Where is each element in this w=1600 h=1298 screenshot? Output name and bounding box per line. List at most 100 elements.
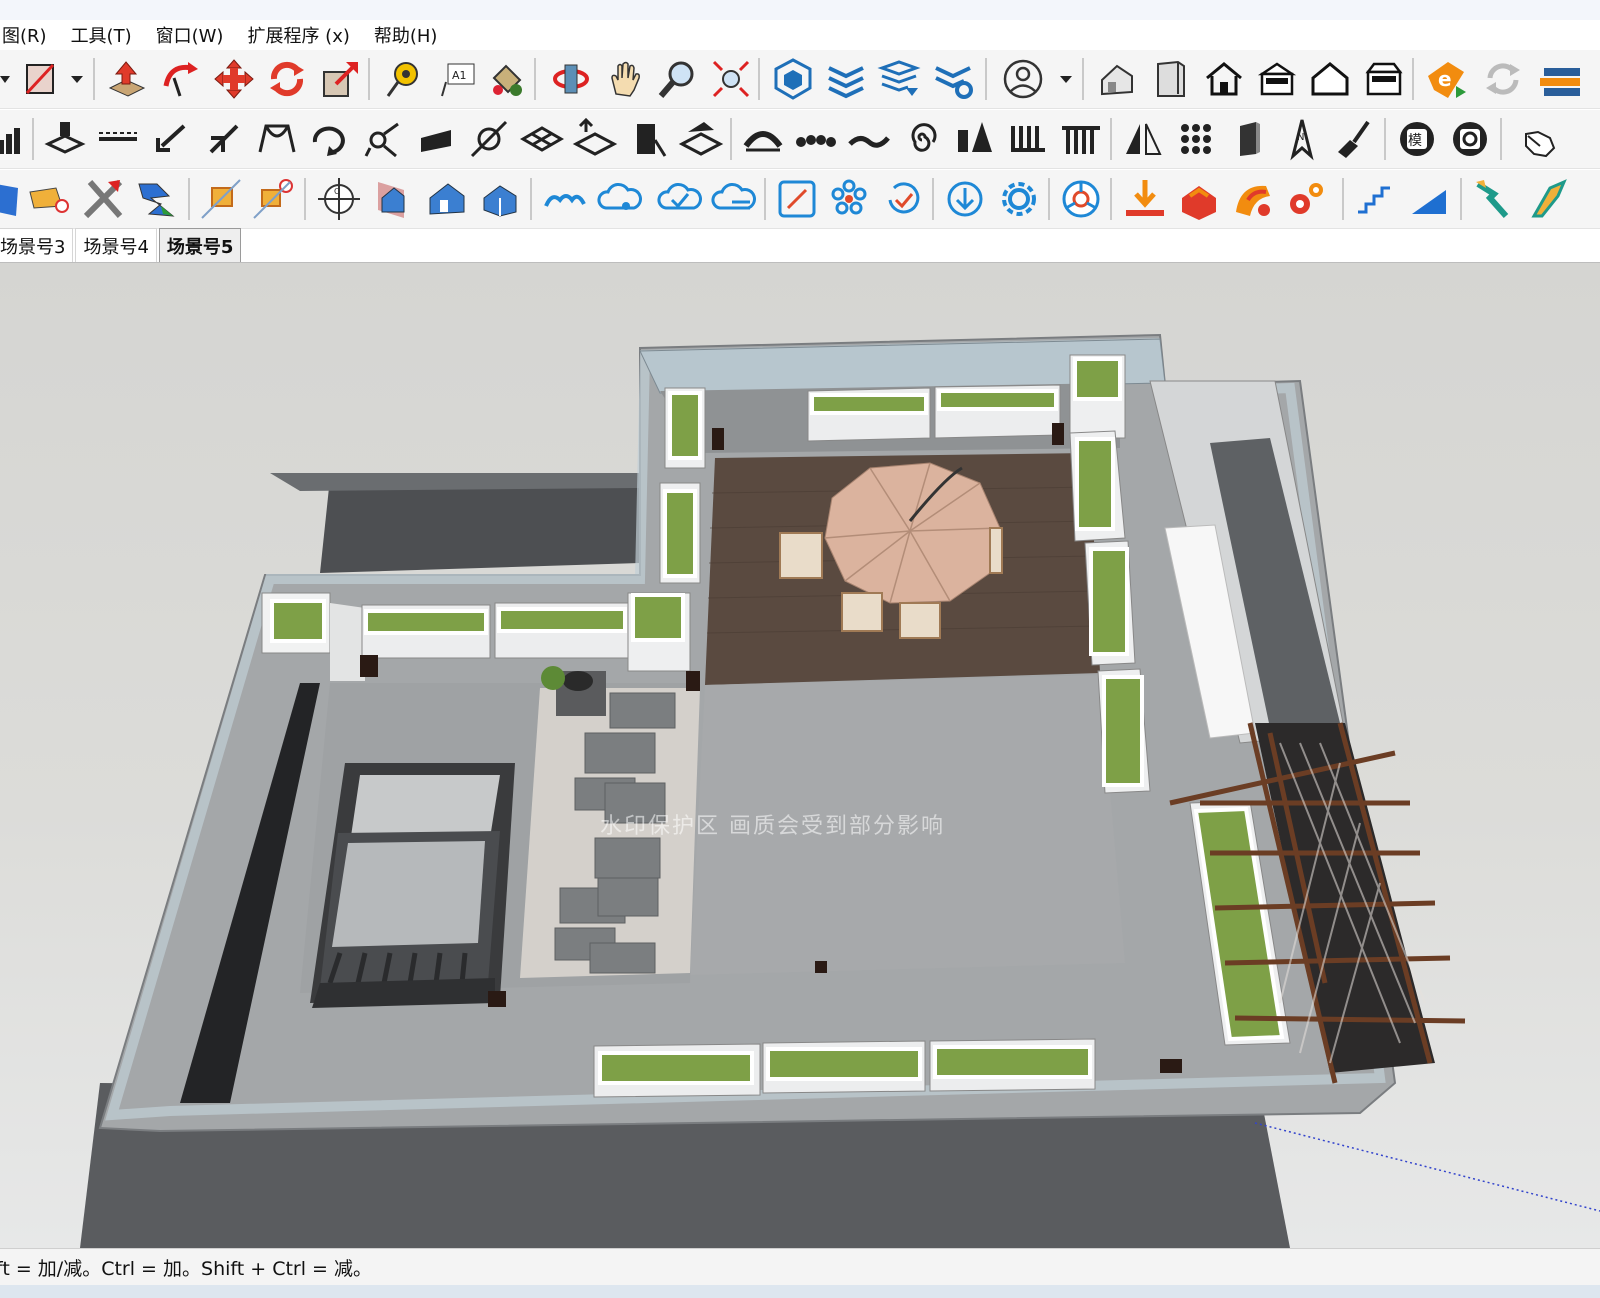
stairwell [310,763,515,1008]
wave-icon[interactable] [846,116,892,162]
pan-hand-icon[interactable] [602,56,648,102]
paint-tool-icon[interactable] [1470,176,1516,222]
scale-icon[interactable] [318,56,364,102]
menu-extensions[interactable]: 扩展程序 (x) [235,22,361,48]
columns-icon[interactable] [1058,116,1104,162]
toolbar-separator [93,58,95,100]
cross-icon[interactable] [80,176,126,222]
arch-icon[interactable] [740,116,786,162]
menu-window[interactable]: 窗口(W) [144,22,236,48]
door-shape-icon[interactable] [625,116,671,162]
house-iso-icon[interactable] [1094,56,1140,102]
planters-bottom [593,1038,1096,1098]
scene-tab-3[interactable]: 场景号3 [0,228,74,262]
orbit-icon[interactable] [548,56,594,102]
push-pull-icon[interactable] [104,56,150,102]
home-side-icon[interactable] [1360,56,1406,102]
dots-row-icon[interactable] [793,116,839,162]
zoom-extents-icon[interactable] [708,56,754,102]
dropdown-arrow-icon[interactable] [1046,56,1092,102]
menu-view[interactable]: 图(R) [0,22,59,48]
bars-shape-icon[interactable] [952,116,998,162]
lightning-icon[interactable] [133,176,179,222]
shape-icon[interactable] [0,176,28,222]
rotate-curve-icon[interactable] [307,116,353,162]
tiles-arrow-icon[interactable] [572,116,618,162]
gears-icon[interactable] [1282,176,1328,222]
section-remove-icon[interactable] [250,176,296,222]
stairs-icon[interactable] [1352,176,1398,222]
menu-tools[interactable]: 工具(T) [59,22,144,48]
cloud-check-icon[interactable] [656,176,702,222]
mirror-icon[interactable] [1120,116,1166,162]
house-section-icon[interactable] [370,176,416,222]
bar-chart-icon[interactable] [0,116,26,162]
slab-icon[interactable] [413,116,459,162]
resize-icon[interactable] [774,176,820,222]
section-box-icon[interactable] [198,176,244,222]
scene-tab-4[interactable]: 场景号4 [75,228,157,262]
refresh-check-icon[interactable] [880,176,926,222]
spiral-icon[interactable] [899,116,945,162]
arc-tool-icon[interactable] [254,116,300,162]
cloud-lines-icon[interactable] [710,176,756,222]
user-account-icon[interactable] [1000,56,1046,102]
menu-help[interactable]: 帮助(H) [362,22,450,48]
text-tool-icon[interactable]: A1 [434,56,480,102]
cloud-wave-icon[interactable] [542,176,588,222]
door-icon[interactable] [1148,56,1194,102]
home-outline-2-icon[interactable] [1307,56,1353,102]
house-cube-icon[interactable] [476,176,522,222]
render-icon[interactable] [1230,176,1276,222]
warehouse-cube-icon[interactable] [770,56,816,102]
layers-gear-icon[interactable] [930,56,976,102]
home-front-icon[interactable] [1254,56,1300,102]
arrows-split-icon[interactable] [201,116,247,162]
draw-tool-icon[interactable] [42,116,88,162]
north-arrow-icon[interactable]: N [1279,116,1325,162]
chrome-icon[interactable] [1058,176,1104,222]
arrow-down-left-icon[interactable] [148,116,194,162]
badge-cycle-icon[interactable] [1447,116,1493,162]
rotate-icon[interactable] [264,56,310,102]
extension-e-icon[interactable]: e [1424,56,1470,102]
toolbar-separator [304,178,306,220]
layers-arrow-icon[interactable] [876,56,922,102]
import-icon[interactable] [1122,176,1168,222]
grid-dots-icon[interactable] [1173,116,1219,162]
refresh-icon[interactable] [1480,56,1526,102]
storage-icon[interactable] [1534,56,1580,102]
svg-text:C: C [334,187,340,196]
house-blue-icon[interactable] [424,176,470,222]
eraser-icon[interactable] [26,176,72,222]
zoom-icon[interactable] [655,56,701,102]
paint-tool-2-icon[interactable] [1524,176,1570,222]
ramp-icon[interactable] [1406,176,1452,222]
layers-stack-icon[interactable] [823,56,869,102]
node-tool-icon[interactable] [360,116,406,162]
svg-text:e: e [1438,67,1452,91]
flower-dots-icon[interactable] [826,176,872,222]
toolbar-separator [730,118,732,160]
home-outline-icon[interactable] [1201,56,1247,102]
export-icon[interactable] [1176,176,1222,222]
door-panel-icon[interactable] [1226,116,1272,162]
comb-icon[interactable] [1005,116,1051,162]
settings-gear-icon[interactable] [996,176,1042,222]
follow-me-icon[interactable] [158,56,204,102]
move-icon[interactable] [211,56,257,102]
download-circle-icon[interactable] [942,176,988,222]
section-plane-icon[interactable]: C [316,176,362,222]
paint-bucket-icon[interactable] [484,56,530,102]
brush-icon[interactable] [1332,116,1378,162]
scene-tab-5[interactable]: 场景号5 [158,228,242,262]
cloud-nodes-icon[interactable] [596,176,642,222]
tiles-rotate-icon[interactable] [678,116,724,162]
line-tool-icon[interactable] [95,116,141,162]
model-viewport[interactable]: 水印保护区 画质会受到部分影响 [0,263,1600,1248]
tiles-icon[interactable] [519,116,565,162]
tape-measure-icon[interactable] [380,56,426,102]
model-badge-icon[interactable]: 模 [1394,116,1440,162]
circle-line-icon[interactable] [466,116,512,162]
hand-pointer-icon[interactable] [1516,116,1562,162]
